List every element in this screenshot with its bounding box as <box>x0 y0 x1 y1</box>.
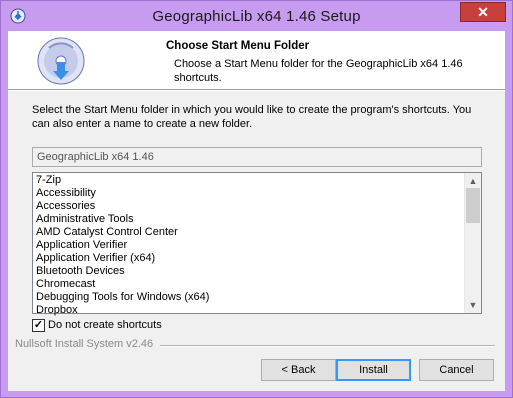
footer-divider <box>160 345 495 347</box>
list-item[interactable]: Accessories <box>36 200 461 213</box>
back-button[interactable]: < Back <box>261 359 336 381</box>
installer-branding: Nullsoft Install System v2.46 <box>15 338 154 350</box>
no-shortcuts-label[interactable]: Do not create shortcuts <box>48 319 162 331</box>
list-item[interactable]: Dropbox <box>36 304 461 317</box>
start-menu-folder-input[interactable] <box>32 147 482 167</box>
setup-window: GeographicLib x64 1.46 Setup ✕ Choose St… <box>0 0 513 398</box>
list-item[interactable]: Bluetooth Devices <box>36 265 461 278</box>
start-menu-folder-list[interactable]: 7-Zip Accessibility Accessories Administ… <box>32 172 482 317</box>
close-icon: ✕ <box>477 4 489 20</box>
title-bar[interactable]: GeographicLib x64 1.46 Setup ✕ <box>1 1 512 31</box>
list-item[interactable]: Chromecast <box>36 278 461 291</box>
scrollbar-thumb[interactable] <box>466 188 480 223</box>
list-item[interactable]: AMD Catalyst Control Center <box>36 226 461 239</box>
header-divider <box>8 89 505 91</box>
vertical-scrollbar[interactable]: ▲ ▼ <box>464 173 481 313</box>
list-item[interactable]: Accessibility <box>36 187 461 200</box>
install-button[interactable]: Install <box>336 359 411 381</box>
list-item[interactable]: Administrative Tools <box>36 213 461 226</box>
no-shortcuts-checkbox[interactable]: ✓ <box>32 319 45 332</box>
cancel-button[interactable]: Cancel <box>419 359 494 381</box>
list-item[interactable]: Application Verifier (x64) <box>36 252 461 265</box>
folder-list-items: 7-Zip Accessibility Accessories Administ… <box>36 174 461 317</box>
checkmark-icon: ✓ <box>33 319 44 331</box>
scroll-up-arrow-icon[interactable]: ▲ <box>465 173 481 189</box>
page-subtitle: Choose a Start Menu folder for the Geogr… <box>174 58 463 84</box>
list-item[interactable]: Application Verifier <box>36 239 461 252</box>
scroll-down-arrow-icon[interactable]: ▼ <box>465 297 481 313</box>
list-item[interactable]: 7-Zip <box>36 174 461 187</box>
page-title: Choose Start Menu Folder <box>166 40 310 52</box>
list-item[interactable]: Debugging Tools for Windows (x64) <box>36 291 461 304</box>
header-panel: Choose Start Menu Folder Choose a Start … <box>8 31 505 89</box>
close-button[interactable]: ✕ <box>460 2 506 22</box>
installer-disc-logo <box>35 36 87 86</box>
instruction-text: Select the Start Menu folder in which yo… <box>32 104 472 130</box>
dialog-client-area: Choose Start Menu Folder Choose a Start … <box>8 31 505 391</box>
window-title: GeographicLib x64 1.46 Setup <box>152 8 361 25</box>
